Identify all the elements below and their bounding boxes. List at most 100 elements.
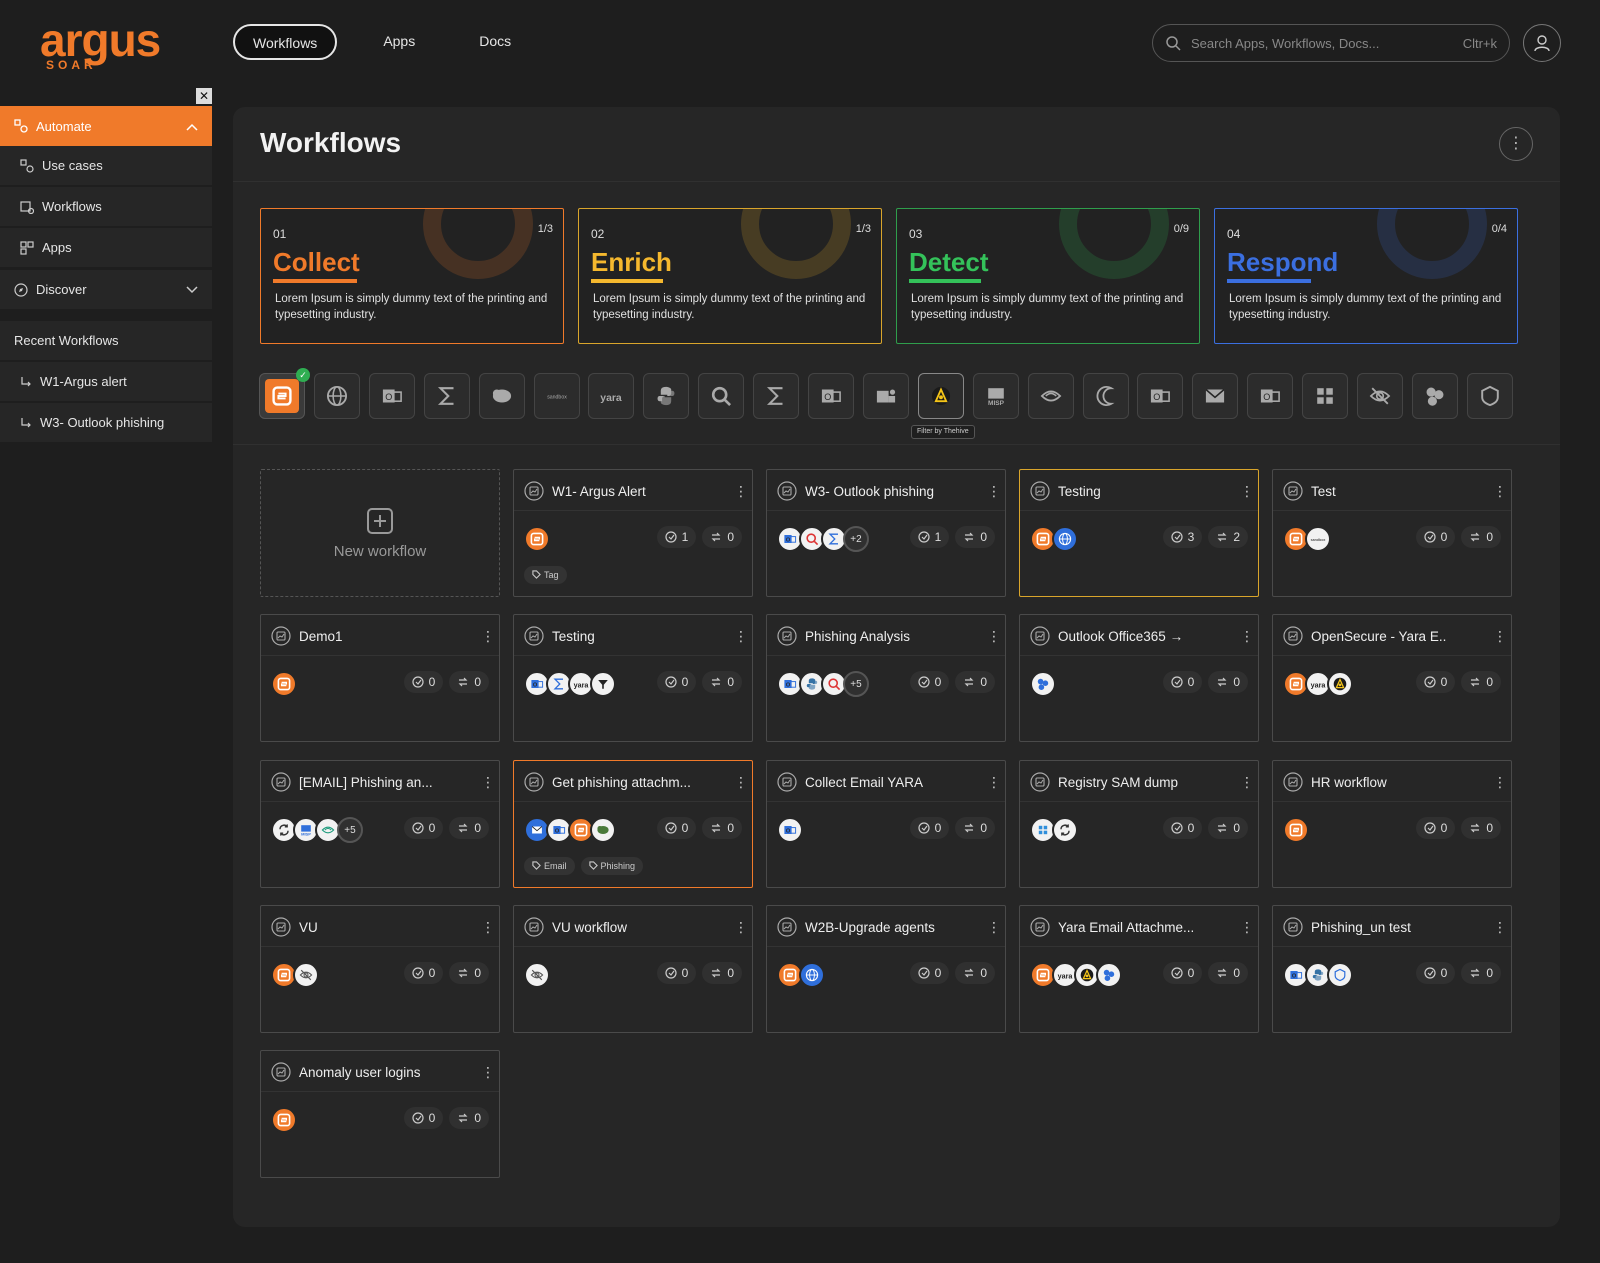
- workflow-menu-button[interactable]: ⋮: [1493, 628, 1507, 645]
- workflow-name[interactable]: Testing: [1058, 484, 1101, 499]
- recent-workflow-item[interactable]: W3- Outlook phishing: [0, 403, 212, 443]
- sidebar-section-automate[interactable]: Automate: [0, 106, 212, 146]
- workflow-name[interactable]: Phishing_un test: [1311, 920, 1411, 935]
- close-sidebar-button[interactable]: ✕: [196, 88, 212, 104]
- workflow-name[interactable]: W3- Outlook phishing: [805, 484, 934, 499]
- workflow-menu-button[interactable]: ⋮: [481, 774, 495, 791]
- workflow-name[interactable]: Collect Email YARA: [805, 775, 923, 790]
- stage-card-respond[interactable]: 04 0/4 Respond Lorem Ipsum is simply dummy …: [1214, 208, 1518, 344]
- search-bar[interactable]: Search Apps, Workflows, Docs... Cltr+k: [1152, 24, 1510, 62]
- workflow-card[interactable]: Get phishing attachm... ⋮ O 0 0 Email Phishing: [513, 760, 753, 888]
- integration-filter-outlook[interactable]: O: [368, 373, 415, 419]
- integration-filter-elephant[interactable]: [478, 373, 525, 419]
- sidebar-item-apps[interactable]: Apps: [0, 228, 212, 268]
- workflow-card[interactable]: [EMAIL] Phishing an... ⋮ MISP +5 0 0: [260, 760, 500, 888]
- workflow-name[interactable]: Test: [1311, 484, 1336, 499]
- workflow-menu-button[interactable]: ⋮: [481, 919, 495, 936]
- stage-card-collect[interactable]: 01 1/3 Collect Lorem Ipsum is simply dummy …: [260, 208, 564, 344]
- workflow-menu-button[interactable]: ⋮: [1240, 774, 1254, 791]
- workflow-card[interactable]: W3- Outlook phishing ⋮ O +2 1 0: [766, 469, 1006, 597]
- workflow-menu-button[interactable]: ⋮: [1493, 483, 1507, 500]
- workflow-card[interactable]: VU ⋮ 0 0: [260, 905, 500, 1033]
- workflow-tag[interactable]: Email: [524, 857, 575, 875]
- tab-apps[interactable]: Apps: [365, 24, 433, 60]
- workflow-name[interactable]: Get phishing attachm...: [552, 775, 691, 790]
- workflow-card[interactable]: OpenSecure - Yara E.. ⋮ yara 0 0: [1272, 614, 1512, 742]
- integration-filter-yara[interactable]: yara: [588, 373, 635, 419]
- argus-logo[interactable]: argus SOAR: [40, 17, 180, 72]
- integration-filter-crescent[interactable]: [1082, 373, 1129, 419]
- workflow-menu-button[interactable]: ⋮: [734, 774, 748, 791]
- workflow-name[interactable]: Demo1: [299, 629, 343, 644]
- workflow-menu-button[interactable]: ⋮: [987, 774, 1001, 791]
- workflow-tag[interactable]: Tag: [524, 566, 567, 584]
- workflow-card[interactable]: Phishing Analysis ⋮ O +5 0 0: [766, 614, 1006, 742]
- workflow-name[interactable]: VU: [299, 920, 318, 935]
- new-workflow-button[interactable]: New workflow: [260, 469, 500, 597]
- integration-filter-windows[interactable]: [1302, 373, 1349, 419]
- workflow-card[interactable]: Registry SAM dump ⋮ 0 0: [1019, 760, 1259, 888]
- recent-workflow-item[interactable]: W1-Argus alert: [0, 362, 212, 402]
- integration-filter-sandbox[interactable]: sandbox: [533, 373, 580, 419]
- tab-docs[interactable]: Docs: [461, 24, 529, 60]
- workflow-card[interactable]: Demo1 ⋮ 0 0: [260, 614, 500, 742]
- workflow-menu-button[interactable]: ⋮: [1240, 628, 1254, 645]
- workflow-menu-button[interactable]: ⋮: [734, 628, 748, 645]
- workflow-card[interactable]: Collect Email YARA ⋮ O 0 0: [766, 760, 1006, 888]
- integration-filter-sigma[interactable]: [753, 373, 800, 419]
- workflow-menu-button[interactable]: ⋮: [1493, 919, 1507, 936]
- integration-filter-teams[interactable]: [862, 373, 909, 419]
- workflow-menu-button[interactable]: ⋮: [987, 919, 1001, 936]
- sidebar-item-use-cases[interactable]: Use cases: [0, 146, 212, 186]
- integration-filter-thehive[interactable]: Filter by Thehive: [910, 373, 975, 439]
- integration-filter-eye-off[interactable]: [1357, 373, 1403, 419]
- workflow-menu-button[interactable]: ⋮: [481, 1064, 495, 1081]
- integration-filter-shield[interactable]: [1466, 373, 1513, 419]
- workflow-menu-button[interactable]: ⋮: [734, 483, 748, 500]
- workflow-card[interactable]: W2B-Upgrade agents ⋮ 0 0: [766, 905, 1006, 1033]
- workflow-card[interactable]: Anomaly user logins ⋮ 0 0: [260, 1050, 500, 1178]
- workflow-menu-button[interactable]: ⋮: [987, 483, 1001, 500]
- integration-filter-outlook[interactable]: O: [808, 373, 854, 419]
- integration-filter-argus[interactable]: ✓: [259, 368, 310, 419]
- workflow-card[interactable]: HR workflow ⋮ 0 0: [1272, 760, 1512, 888]
- integration-filter-misp[interactable]: MISP: [972, 373, 1019, 419]
- workflow-card[interactable]: Phishing_un test ⋮ O 0 0: [1272, 905, 1512, 1033]
- workflow-name[interactable]: W2B-Upgrade agents: [805, 920, 935, 935]
- workflow-menu-button[interactable]: ⋮: [481, 628, 495, 645]
- workflow-name[interactable]: [EMAIL] Phishing an...: [299, 775, 433, 790]
- user-avatar-button[interactable]: [1523, 24, 1561, 62]
- integration-filter-hexagons[interactable]: [1411, 373, 1458, 419]
- workflow-name[interactable]: Testing: [552, 629, 595, 644]
- sidebar-item-workflows[interactable]: Workflows: [0, 187, 212, 227]
- workflow-name[interactable]: VU workflow: [552, 920, 627, 935]
- workflow-menu-button[interactable]: ⋮: [1240, 483, 1254, 500]
- workflow-card[interactable]: VU workflow ⋮ 0 0: [513, 905, 753, 1033]
- integration-filter-sigma[interactable]: [423, 373, 470, 419]
- workflow-card[interactable]: Testing ⋮ 3 2: [1019, 469, 1259, 597]
- workflow-menu-button[interactable]: ⋮: [1240, 919, 1254, 936]
- workflow-name[interactable]: Registry SAM dump: [1058, 775, 1178, 790]
- integration-filter-outlook[interactable]: O: [1247, 373, 1294, 419]
- integration-filter-outlook[interactable]: O: [1137, 373, 1184, 419]
- workflow-name[interactable]: Anomaly user logins: [299, 1065, 421, 1080]
- workflow-name[interactable]: OpenSecure - Yara E..: [1311, 629, 1446, 644]
- panel-menu-button[interactable]: ⋮: [1499, 127, 1533, 161]
- workflow-menu-button[interactable]: ⋮: [1493, 774, 1507, 791]
- workflow-card[interactable]: Outlook Office365 → ⋮ 0 0: [1019, 614, 1259, 742]
- stage-card-detect[interactable]: 03 0/9 Detect Lorem Ipsum is simply dummy t…: [896, 208, 1200, 344]
- workflow-name[interactable]: Outlook Office365 →: [1058, 629, 1183, 644]
- workflow-card[interactable]: Testing ⋮ Oyara 0 0: [513, 614, 753, 742]
- integration-filter-python[interactable]: [643, 373, 690, 419]
- integration-filter-globe[interactable]: [313, 373, 360, 419]
- workflow-name[interactable]: Yara Email Attachme...: [1058, 920, 1194, 935]
- tab-workflows[interactable]: Workflows: [233, 24, 338, 60]
- workflow-card[interactable]: W1- Argus Alert ⋮ 1 0 Tag: [513, 469, 753, 597]
- workflow-menu-button[interactable]: ⋮: [734, 919, 748, 936]
- integration-filter-wave[interactable]: [1027, 373, 1074, 419]
- sidebar-section-discover[interactable]: Discover: [0, 270, 212, 310]
- stage-card-enrich[interactable]: 02 1/3 Enrich Lorem Ipsum is simply dummy t…: [578, 208, 882, 344]
- integration-filter-mail[interactable]: [1192, 373, 1239, 419]
- search-input[interactable]: Search Apps, Workflows, Docs...: [1191, 36, 1463, 51]
- workflow-card[interactable]: Test ⋮ sandbox 0 0: [1272, 469, 1512, 597]
